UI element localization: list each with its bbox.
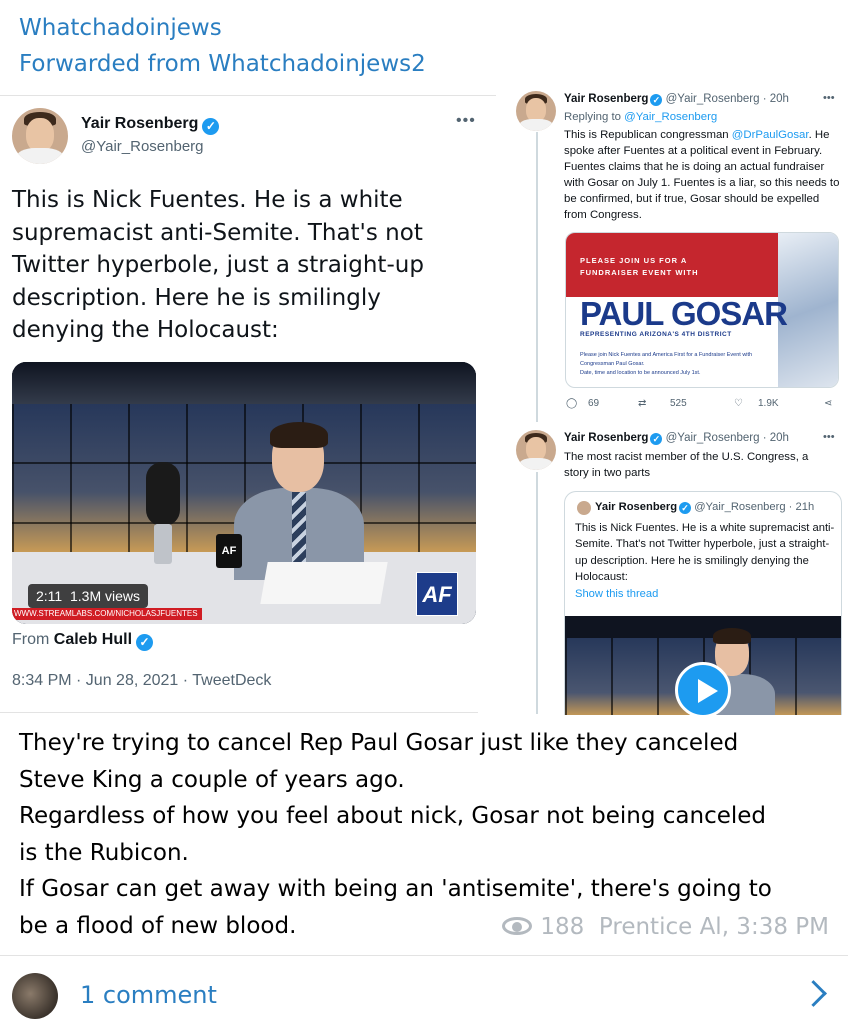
like-count: 1.9K bbox=[758, 398, 779, 409]
fundraiser-card-image: PLEASE JOIN US FOR A FUNDRAISER EVENT WI… bbox=[565, 232, 839, 388]
card-fine-print: Please join Nick Fuentes and America Fir… bbox=[580, 352, 753, 376]
thread-tweet-text: The most racist member of the U.S. Congr… bbox=[564, 451, 809, 479]
avatar bbox=[516, 91, 556, 131]
mug: AF bbox=[216, 534, 242, 568]
post-meta: 188 Prentice Al, 3:38 PM bbox=[502, 914, 829, 940]
video-duration-badge: 2:11 1.3M views bbox=[28, 584, 149, 608]
paper bbox=[260, 562, 388, 604]
more-options-icon: ••• bbox=[823, 92, 835, 104]
quoted-tweet-header: Yair Rosenberg ✓ @Yair_Rosenberg · 21h bbox=[595, 501, 815, 514]
quoted-tweet: Yair Rosenberg ✓ @Yair_Rosenberg · 21h Th… bbox=[564, 491, 842, 715]
retweet-count: 525 bbox=[670, 398, 687, 409]
microphone bbox=[146, 462, 180, 564]
play-icon bbox=[675, 662, 731, 715]
message-caption: They're trying to cancel Rep Paul Gosar … bbox=[19, 725, 829, 944]
channel-title[interactable]: Whatchadoinjews bbox=[19, 10, 426, 46]
post-author-time: Prentice Al, 3:38 PM bbox=[598, 914, 829, 940]
verified-badge-icon: ✓ bbox=[679, 502, 692, 514]
quoted-video bbox=[565, 616, 841, 715]
channel-header: Whatchadoinjews Forwarded from Whatchado… bbox=[19, 10, 426, 82]
reply-count: 69 bbox=[588, 398, 600, 409]
thread-tweet-header: Yair Rosenberg ✓ @Yair_Rosenberg · 20h bbox=[564, 432, 789, 445]
avatar bbox=[516, 430, 556, 470]
verified-badge-icon: ✓ bbox=[136, 634, 154, 651]
af-logo: AF bbox=[416, 572, 458, 616]
thread-tweet-header: Yair Rosenberg ✓ @Yair_Rosenberg · 20h bbox=[564, 93, 789, 106]
reply-icon: ◯ bbox=[566, 398, 578, 409]
quoted-tweet-text: This is Nick Fuentes. He is a white supr… bbox=[575, 522, 835, 584]
caption-line: Steve King a couple of years ago. bbox=[19, 766, 405, 793]
caption-line: If Gosar can get away with being an 'ant… bbox=[19, 876, 772, 902]
thread-line bbox=[536, 132, 538, 422]
caption-line: is the Rubicon. bbox=[19, 839, 189, 866]
comments-link[interactable]: 1 comment bbox=[80, 981, 217, 1009]
chevron-right-icon[interactable] bbox=[804, 980, 822, 1010]
caption-line: Regardless of how you feel about nick, G… bbox=[19, 803, 767, 829]
share-icon: ⋖ bbox=[824, 398, 833, 409]
verified-badge-icon: ✓ bbox=[650, 433, 663, 445]
more-options-icon: ••• bbox=[456, 112, 476, 129]
card-subtitle: REPRESENTING ARIZONA'S 4TH DISTRICT bbox=[580, 331, 732, 338]
replying-to: Replying to @Yair_Rosenberg bbox=[564, 111, 718, 123]
forwarded-from-link[interactable]: Forwarded from Whatchadoinjews2 bbox=[19, 46, 426, 82]
view-count: 188 bbox=[540, 914, 585, 940]
thread-tweet-text: This is Republican congressman @DrPaulGo… bbox=[564, 129, 840, 221]
views-eye-icon bbox=[502, 917, 533, 935]
like-icon: ♡ bbox=[734, 398, 743, 409]
tweet-text: This is Nick Fuentes. He is a white supr… bbox=[12, 187, 424, 343]
caption-line: They're trying to cancel Rep Paul Gosar … bbox=[19, 730, 739, 756]
author-name: Yair Rosenberg ✓ bbox=[81, 115, 220, 135]
avatar bbox=[12, 108, 68, 164]
avatar bbox=[577, 501, 591, 515]
presenter bbox=[234, 422, 364, 580]
divider bbox=[0, 95, 496, 96]
tweet-actions: ◯ 69 ⇄ 525 ♡ 1.9K ⋖ bbox=[566, 398, 842, 414]
video-ticker: WWW.STREAMLABS.COM/NICHOLASJFUENTES bbox=[12, 608, 202, 620]
verified-badge-icon: ✓ bbox=[650, 94, 663, 106]
divider bbox=[0, 955, 848, 956]
tweet-meta: 8:34 PM · Jun 28, 2021 · TweetDeck bbox=[12, 672, 272, 689]
divider bbox=[0, 712, 478, 713]
thread-line bbox=[536, 472, 538, 714]
retweet-icon: ⇄ bbox=[638, 398, 647, 409]
author-handle: @Yair_Rosenberg bbox=[81, 138, 204, 155]
verified-badge-icon: ✓ bbox=[202, 118, 220, 135]
commenter-avatar bbox=[12, 973, 58, 1019]
video-source: From Caleb Hull ✓ bbox=[12, 631, 154, 651]
flag-graphic bbox=[778, 233, 838, 387]
more-options-icon: ••• bbox=[823, 431, 835, 443]
tweet-video: AF AF WWW.STREAMLABS.COM/NICHOLASJFUENTE… bbox=[12, 362, 476, 624]
card-title: PAUL GOSAR bbox=[580, 295, 788, 332]
show-thread-link: Show this thread bbox=[575, 588, 659, 600]
